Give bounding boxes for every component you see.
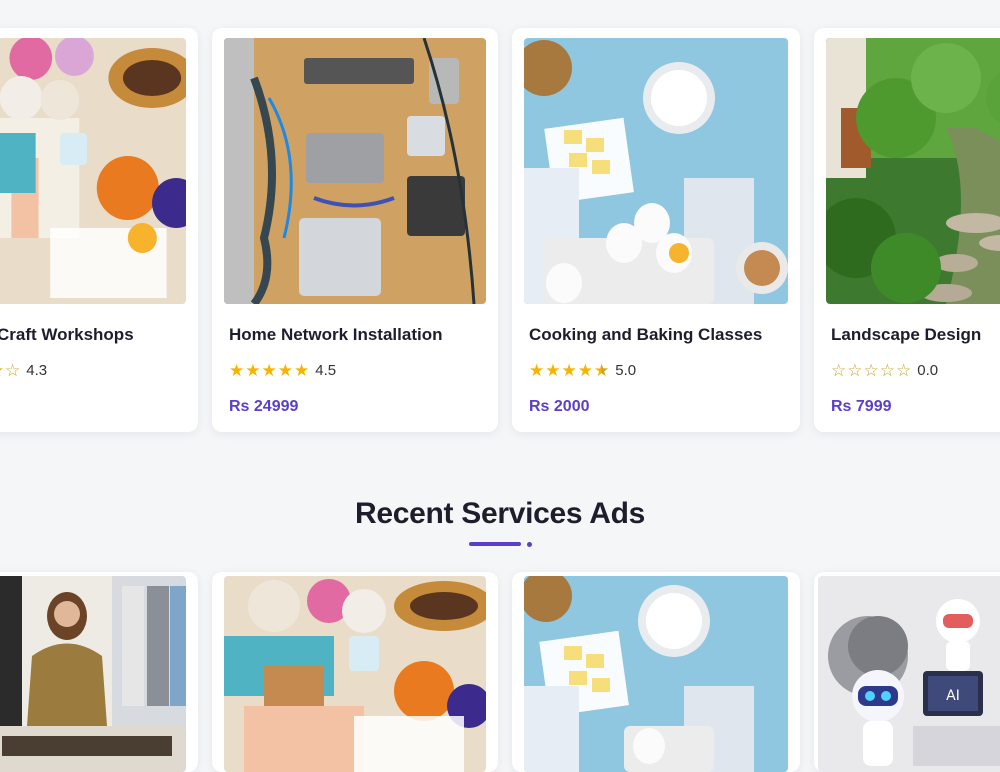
service-title[interactable]: Craft Workshops	[0, 325, 134, 345]
service-price: Rs 7999	[831, 398, 892, 415]
rating-row: ☆ ☆ ☆ ☆ ☆ 0.0	[831, 362, 938, 379]
recent-ad-card-craft[interactable]	[212, 572, 498, 772]
recent-ad-card-baking[interactable]	[512, 572, 800, 772]
garden-path-image	[826, 38, 1000, 304]
baking-ingredients-image	[524, 576, 788, 772]
title-dot	[527, 542, 532, 547]
star-icon: ★	[577, 361, 593, 380]
star-half-icon: ★	[594, 361, 610, 380]
network-rack-image	[224, 38, 486, 304]
service-card-network[interactable]: Home Network Installation ★ ★ ★ ★ ★ 4.5 …	[212, 28, 498, 432]
star-icon: ★	[229, 361, 245, 380]
service-title[interactable]: Cooking and Baking Classes	[529, 325, 762, 345]
ai-robots-image: AI	[818, 576, 1000, 772]
rating-value: 5.0	[615, 362, 637, 379]
star-icon: ★	[261, 361, 277, 380]
star-outline-icon: ☆	[896, 361, 912, 380]
star-rating: ★ ★ ★ ★ ★	[529, 362, 609, 379]
rating-value: 4.5	[315, 362, 337, 379]
star-outline-icon: ☆	[847, 361, 863, 380]
star-outline-icon: ☆	[879, 361, 895, 380]
star-outline-icon: ☆	[863, 361, 879, 380]
recent-ad-card-ai[interactable]: AI	[814, 572, 1000, 772]
rating-row: ★ ★ ★ ★ ★ 4.5	[229, 362, 336, 379]
service-card-craft[interactable]: Craft Workshops ★ ★ ★ ★ ☆ 4.3	[0, 28, 198, 432]
rating-value: 4.3	[26, 362, 48, 379]
star-icon: ★	[294, 361, 310, 380]
craft-workshop-image	[224, 576, 486, 772]
service-price: Rs 24999	[229, 398, 299, 415]
service-title[interactable]: Landscape Design	[831, 325, 981, 345]
star-rating: ★ ★ ★ ★ ★	[229, 362, 309, 379]
star-outline-icon: ☆	[831, 361, 847, 380]
service-card-landscape[interactable]: Landscape Design ☆ ☆ ☆ ☆ ☆ 0.0 Rs 7999	[814, 28, 1000, 432]
section-title: Recent Services Ads	[354, 497, 645, 530]
ai-badge: AI	[946, 688, 960, 704]
star-icon: ★	[277, 361, 293, 380]
recent-ad-card-fashion[interactable]	[0, 572, 198, 772]
rating-value: 0.0	[917, 362, 939, 379]
star-icon: ★	[561, 361, 577, 380]
star-rating: ★ ★ ★ ★ ☆	[0, 362, 20, 379]
craft-workshop-image	[0, 38, 186, 304]
star-icon: ★	[545, 361, 561, 380]
star-icon: ★	[245, 361, 261, 380]
service-price: Rs 2000	[529, 398, 590, 415]
title-underline	[469, 542, 521, 546]
star-outline-icon: ☆	[5, 361, 21, 380]
baking-ingredients-image	[524, 38, 788, 304]
star-rating: ☆ ☆ ☆ ☆ ☆	[831, 362, 911, 379]
star-icon: ★	[0, 362, 4, 379]
rating-row: ★ ★ ★ ★ ★ 5.0	[529, 362, 636, 379]
rating-row: ★ ★ ★ ★ ☆ 4.3	[0, 362, 47, 379]
star-icon: ★	[529, 361, 545, 380]
service-title[interactable]: Home Network Installation	[229, 325, 442, 345]
service-card-cooking[interactable]: Cooking and Baking Classes ★ ★ ★ ★ ★ 5.0…	[512, 28, 800, 432]
fashion-stylist-image	[0, 576, 186, 772]
